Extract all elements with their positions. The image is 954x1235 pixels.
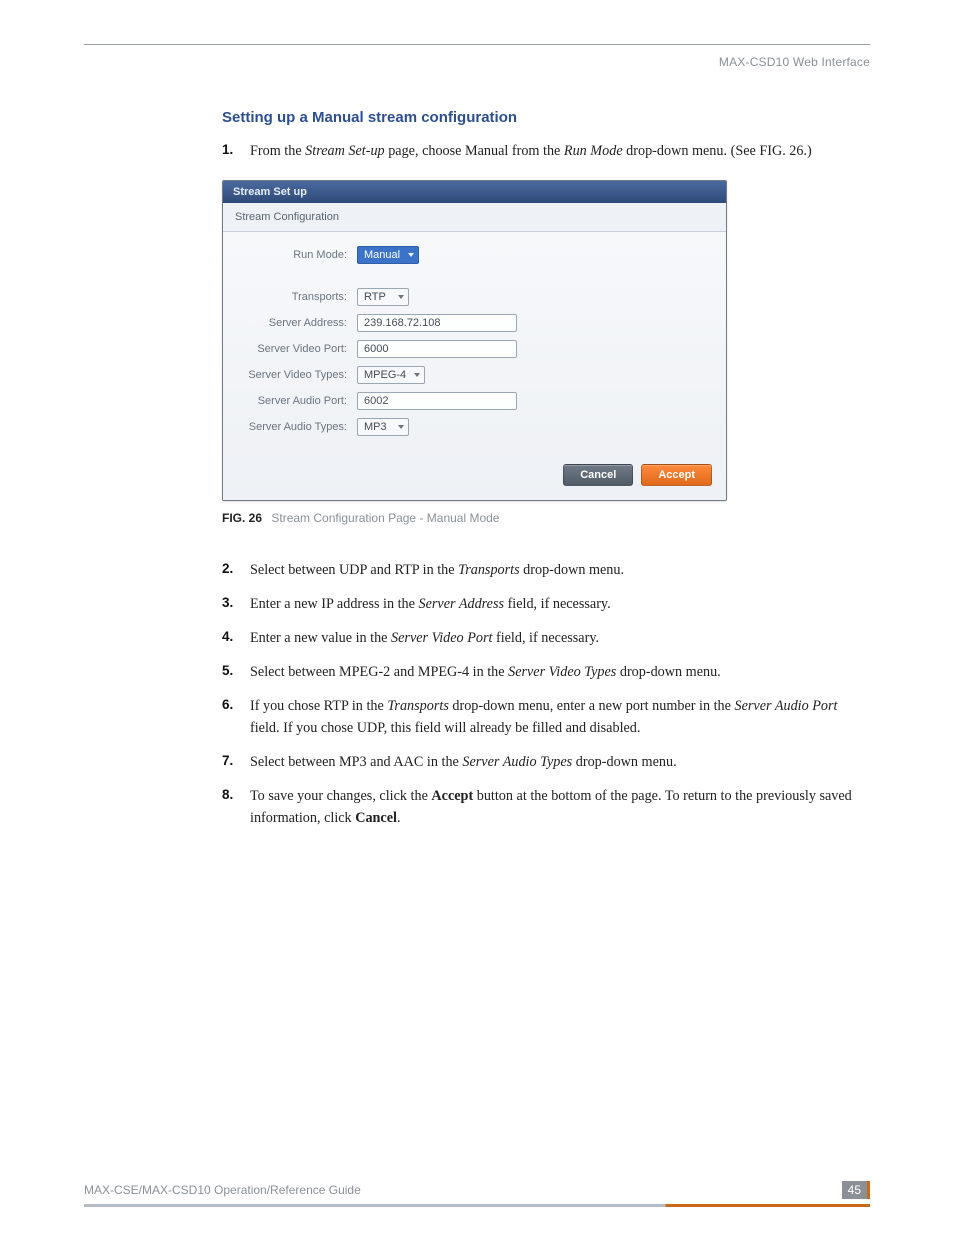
label-server-audio-port: Server Audio Port: xyxy=(241,395,357,407)
step-text-italic: Server Audio Types xyxy=(462,754,572,770)
select-transports[interactable]: RTP xyxy=(357,288,409,306)
accept-button[interactable]: Accept xyxy=(641,464,712,486)
page-root: MAX-CSD10 Web Interface Setting up a Man… xyxy=(0,0,954,1235)
step-number: 4. xyxy=(222,627,233,648)
row-transports: Transports: RTP xyxy=(241,288,708,306)
step-2: 2. Select between UDP and RTP in the Tra… xyxy=(222,559,870,581)
step-text-prefix: Select between UDP and RTP in the xyxy=(250,562,458,578)
step-text-mid: drop-down menu, enter a new port number … xyxy=(449,698,735,714)
figure-block: Stream Set up Stream Configuration Run M… xyxy=(222,180,870,525)
input-server-audio-port[interactable]: 6002 xyxy=(357,392,517,410)
cancel-button[interactable]: Cancel xyxy=(563,464,633,486)
spacer xyxy=(222,535,870,559)
step-text-prefix: If you chose RTP in the xyxy=(250,698,387,714)
input-server-video-port[interactable]: 6000 xyxy=(357,340,517,358)
row-server-audio-types: Server Audio Types: MP3 xyxy=(241,418,708,436)
step-number: 7. xyxy=(222,751,233,772)
step-number: 3. xyxy=(222,593,233,614)
step-text-italic: Server Address xyxy=(419,596,505,612)
row-server-video-port: Server Video Port: 6000 xyxy=(241,340,708,358)
label-transports: Transports: xyxy=(241,291,357,303)
step-number: 8. xyxy=(222,785,233,806)
input-server-address[interactable]: 239.168.72.108 xyxy=(357,314,517,332)
step-text-italic: Server Video Port xyxy=(391,630,492,646)
panel-titlebar: Stream Set up xyxy=(223,181,726,203)
chevron-down-icon xyxy=(398,295,404,299)
step-3: 3. Enter a new IP address in the Server … xyxy=(222,593,870,615)
step-text-suffix: drop-down menu. xyxy=(520,562,624,578)
label-server-video-types: Server Video Types: xyxy=(241,369,357,381)
step-text-suffix: . xyxy=(397,810,401,826)
step-number: 1. xyxy=(222,140,233,161)
step-text-italic: Run Mode xyxy=(564,143,623,159)
select-server-audio-types-value: MP3 xyxy=(364,421,387,433)
header-rule xyxy=(84,44,870,45)
content-column: 1. From the Stream Set-up page, choose M… xyxy=(222,140,870,829)
select-transports-value: RTP xyxy=(364,291,386,303)
step-text-prefix: To save your changes, click the xyxy=(250,788,431,804)
select-run-mode[interactable]: Manual xyxy=(357,246,419,264)
screenshot-panel: Stream Set up Stream Configuration Run M… xyxy=(222,180,727,501)
row-server-audio-port: Server Audio Port: 6002 xyxy=(241,392,708,410)
panel-inner: Stream Configuration Run Mode: Manual Tr… xyxy=(223,203,726,500)
panel-subheader: Stream Configuration xyxy=(223,203,726,232)
figure-caption: FIG. 26 Stream Configuration Page - Manu… xyxy=(222,511,870,525)
page-number: 45 xyxy=(842,1181,870,1199)
chevron-down-icon xyxy=(408,253,414,257)
row-run-mode: Run Mode: Manual xyxy=(241,246,708,264)
step-8: 8. To save your changes, click the Accep… xyxy=(222,785,870,829)
footer-rule xyxy=(84,1204,870,1207)
step-text-suffix: field, if necessary. xyxy=(492,630,599,646)
select-server-video-types-value: MPEG-4 xyxy=(364,369,406,381)
page-footer: MAX-CSE/MAX-CSD10 Operation/Reference Gu… xyxy=(84,1181,870,1199)
step-text-prefix: Enter a new IP address in the xyxy=(250,596,419,612)
step-text-suffix: field. If you chose UDP, this field will… xyxy=(250,720,640,736)
select-server-audio-types[interactable]: MP3 xyxy=(357,418,409,436)
step-text-suffix: field, if necessary. xyxy=(504,596,611,612)
panel-body: Run Mode: Manual Transports: RTP xyxy=(223,232,726,452)
step-6: 6. If you chose RTP in the Transports dr… xyxy=(222,695,870,739)
step-7: 7. Select between MP3 and AAC in the Ser… xyxy=(222,751,870,773)
step-4: 4. Enter a new value in the Server Video… xyxy=(222,627,870,649)
select-run-mode-value: Manual xyxy=(364,249,400,261)
step-text-bold: Cancel xyxy=(355,810,397,826)
steps-list-bottom: 2. Select between UDP and RTP in the Tra… xyxy=(222,559,870,829)
label-server-address: Server Address: xyxy=(241,317,357,329)
chevron-down-icon xyxy=(398,425,404,429)
step-number: 6. xyxy=(222,695,233,716)
step-text-prefix: Select between MPEG-2 and MPEG-4 in the xyxy=(250,664,508,680)
step-number: 2. xyxy=(222,559,233,580)
chevron-down-icon xyxy=(414,373,420,377)
row-server-address: Server Address: 239.168.72.108 xyxy=(241,314,708,332)
step-text-prefix: Select between MP3 and AAC in the xyxy=(250,754,462,770)
footer-left-text: MAX-CSE/MAX-CSD10 Operation/Reference Gu… xyxy=(84,1183,361,1197)
step-text-suffix: drop-down menu. (See FIG. 26.) xyxy=(623,143,812,159)
step-5: 5. Select between MPEG-2 and MPEG-4 in t… xyxy=(222,661,870,683)
label-server-audio-types: Server Audio Types: xyxy=(241,421,357,433)
header-right-text: MAX-CSD10 Web Interface xyxy=(84,55,870,69)
step-text-suffix: drop-down menu. xyxy=(572,754,676,770)
step-text-italic: Stream Set-up xyxy=(305,143,384,159)
label-run-mode: Run Mode: xyxy=(241,249,357,261)
figure-caption-number: FIG. 26 xyxy=(222,511,262,525)
panel-button-row: Cancel Accept xyxy=(223,464,726,486)
spacer xyxy=(241,274,708,288)
label-server-video-port: Server Video Port: xyxy=(241,343,357,355)
figure-caption-text: Stream Configuration Page - Manual Mode xyxy=(271,511,499,525)
row-server-video-types: Server Video Types: MPEG-4 xyxy=(241,366,708,384)
step-text-mid: page, choose Manual from the xyxy=(385,143,564,159)
step-text-prefix: From the xyxy=(250,143,305,159)
section-title: Setting up a Manual stream configuration xyxy=(222,109,870,126)
step-text-italic: Server Audio Port xyxy=(735,698,838,714)
select-server-video-types[interactable]: MPEG-4 xyxy=(357,366,425,384)
step-text-prefix: Enter a new value in the xyxy=(250,630,391,646)
step-text-bold: Accept xyxy=(431,788,473,804)
step-text-suffix: drop-down menu. xyxy=(616,664,720,680)
steps-list-top: 1. From the Stream Set-up page, choose M… xyxy=(222,140,870,162)
step-text-italic: Transports xyxy=(458,562,520,578)
step-number: 5. xyxy=(222,661,233,682)
step-text-italic: Transports xyxy=(387,698,449,714)
step-text-italic: Server Video Types xyxy=(508,664,616,680)
step-1: 1. From the Stream Set-up page, choose M… xyxy=(222,140,870,162)
